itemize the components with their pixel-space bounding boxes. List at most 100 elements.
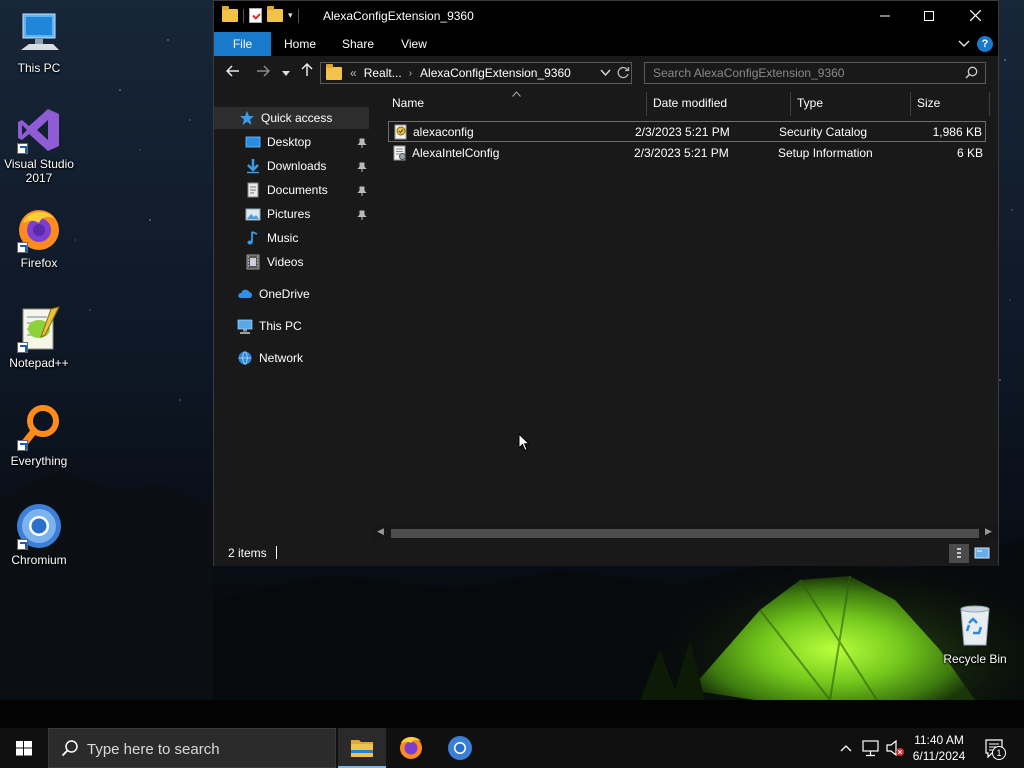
nav-network[interactable]: Network — [214, 347, 371, 369]
file-explorer-icon — [351, 740, 373, 757]
network-status-button[interactable] — [860, 728, 882, 768]
desktop-icon-visual-studio[interactable]: Visual Studio 2017 — [1, 106, 77, 185]
back-button[interactable] — [222, 62, 244, 84]
taskbar: 11:40 AM 6/11/2024 1 — [0, 728, 1024, 768]
file-explorer-window: ▾ AlexaConfigExtension_9360 File Home Sh… — [213, 0, 999, 566]
desktop-icon-chromium[interactable]: Chromium — [1, 502, 77, 567]
taskbar-clock[interactable]: 11:40 AM 6/11/2024 — [900, 732, 978, 764]
nav-pictures[interactable]: Pictures — [214, 203, 371, 225]
search-icon — [965, 66, 978, 82]
help-icon[interactable]: ? — [977, 36, 993, 52]
taskbar-firefox[interactable] — [387, 728, 435, 768]
visual-studio-icon — [15, 106, 63, 154]
nav-downloads[interactable]: Downloads — [214, 155, 371, 177]
network-icon — [237, 350, 253, 366]
customize-toolbar-chevron-icon[interactable]: ▾ — [288, 10, 293, 21]
desktop-icon-everything[interactable]: Everything — [1, 403, 77, 468]
navigation-pane: Quick access Desktop Downloads Documents… — [214, 90, 371, 541]
pin-icon[interactable] — [357, 183, 367, 205]
desktop-icon-notepad-plus-plus[interactable]: Notepad++ — [1, 305, 77, 370]
arrow-left-icon — [225, 65, 239, 77]
everything-search-icon — [15, 403, 63, 451]
file-name[interactable]: AlexaIntelConfig — [412, 143, 499, 164]
properties-icon[interactable] — [249, 8, 262, 23]
tab-view[interactable]: View — [390, 32, 438, 56]
desktop-icon-this-pc[interactable]: This PC — [1, 10, 77, 75]
shortcut-arrow-icon — [17, 342, 28, 353]
search-box[interactable] — [644, 62, 986, 84]
desktop-icon-firefox[interactable]: Firefox — [1, 205, 77, 270]
nav-music[interactable]: Music — [214, 227, 371, 249]
notification-center-button[interactable]: 1 — [980, 728, 1010, 768]
pin-icon[interactable] — [357, 135, 367, 157]
minimize-button[interactable] — [862, 1, 908, 32]
taskbar-search-input[interactable] — [87, 738, 327, 760]
table-row[interactable]: AlexaIntelConfig 2/3/2023 5:21 PM Setup … — [388, 143, 986, 164]
music-note-icon — [245, 230, 261, 246]
scrollbar-thumb[interactable] — [391, 529, 979, 538]
scroll-right-arrow-icon[interactable]: ▶ — [985, 526, 992, 537]
tab-file[interactable]: File — [214, 32, 271, 56]
desktop-icon-recycle-bin[interactable]: Recycle Bin — [937, 601, 1013, 666]
nav-documents[interactable]: Documents — [214, 179, 371, 201]
address-dropdown-chevron-icon[interactable] — [600, 66, 611, 80]
notification-badge: 1 — [992, 746, 1006, 760]
recycle-bin-icon — [951, 601, 999, 649]
column-header-size[interactable]: Size — [917, 90, 987, 117]
nav-onedrive[interactable]: OneDrive — [214, 283, 371, 305]
breadcrumb-overflow[interactable]: « — [350, 66, 357, 80]
title-bar[interactable]: ▾ AlexaConfigExtension_9360 — [214, 1, 998, 32]
start-button[interactable] — [0, 728, 48, 768]
pin-icon[interactable] — [357, 207, 367, 229]
file-date: 2/3/2023 5:21 PM — [635, 125, 730, 139]
close-button[interactable] — [952, 1, 998, 32]
up-button[interactable] — [296, 62, 318, 84]
minimize-icon — [880, 15, 890, 17]
horizontal-scrollbar[interactable]: ◀ ▶ — [372, 525, 998, 541]
tab-home[interactable]: Home — [276, 32, 324, 56]
mouse-cursor-icon — [518, 433, 530, 452]
shortcut-arrow-icon — [17, 143, 28, 154]
document-icon — [245, 182, 261, 198]
breadcrumb-realt[interactable]: Realt... — [364, 66, 402, 80]
column-header-date-modified[interactable]: Date modified — [653, 90, 789, 117]
column-header-name[interactable]: Name — [392, 90, 646, 117]
nav-videos[interactable]: Videos — [214, 251, 371, 273]
breadcrumb-separator-icon[interactable]: › — [409, 68, 412, 79]
shortcut-arrow-icon — [17, 242, 28, 253]
quick-access-toolbar: ▾ — [222, 6, 299, 23]
refresh-icon[interactable] — [617, 66, 630, 82]
details-view-button[interactable] — [949, 544, 969, 563]
column-header-type[interactable]: Type — [797, 90, 907, 117]
taskbar-search-box[interactable] — [48, 728, 336, 768]
show-hidden-icons-button[interactable] — [836, 728, 856, 768]
address-bar[interactable]: « Realt... › AlexaConfigExtension_9360 — [320, 62, 632, 84]
setup-information-icon — [392, 145, 408, 161]
nav-quick-access[interactable]: Quick access — [214, 107, 369, 129]
cloud-icon — [237, 286, 253, 302]
nav-desktop[interactable]: Desktop — [214, 131, 371, 153]
file-name[interactable]: alexaconfig — [413, 122, 474, 143]
breadcrumb-current[interactable]: AlexaConfigExtension_9360 — [420, 66, 571, 80]
desktop-icon — [245, 134, 261, 150]
tab-share[interactable]: Share — [334, 32, 382, 56]
picture-icon — [245, 206, 261, 222]
scroll-left-arrow-icon[interactable]: ◀ — [377, 526, 384, 537]
taskbar-file-explorer[interactable] — [338, 728, 386, 768]
table-row[interactable]: alexaconfig 2/3/2023 5:21 PM Security Ca… — [388, 121, 986, 142]
nav-this-pc[interactable]: This PC — [214, 315, 371, 337]
new-folder-icon[interactable] — [267, 6, 283, 22]
firefox-icon — [400, 737, 422, 759]
forward-button[interactable] — [252, 62, 274, 84]
maximize-button[interactable] — [906, 1, 952, 32]
navigation-bar: « Realt... › AlexaConfigExtension_9360 — [214, 56, 998, 90]
expand-ribbon-chevron-icon[interactable] — [958, 32, 970, 56]
taskbar-chromium[interactable] — [436, 728, 484, 768]
search-input[interactable] — [645, 63, 955, 83]
shortcut-arrow-icon — [17, 440, 28, 451]
recent-locations-button[interactable] — [275, 62, 297, 84]
large-icons-view-button[interactable] — [972, 544, 992, 563]
pin-icon[interactable] — [357, 159, 367, 181]
film-icon — [245, 254, 261, 270]
clock-date: 6/11/2024 — [912, 749, 966, 763]
